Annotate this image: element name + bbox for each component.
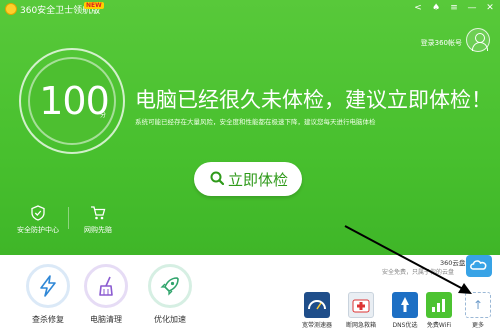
rocket-icon: [160, 277, 179, 296]
virus-scan-label: 查杀修复: [32, 315, 64, 324]
cloud-title: 360云盘: [440, 259, 466, 267]
search-icon: [210, 171, 224, 185]
score-ring: 100: [19, 48, 125, 154]
cleanup-tool[interactable]: 电脑清理: [76, 264, 136, 325]
cloud-drive-button[interactable]: [466, 255, 492, 277]
cloud-icon: [470, 260, 487, 270]
speedup-circle: [148, 264, 192, 308]
speedup-tool[interactable]: 优化加速: [140, 264, 200, 325]
login-link[interactable]: 登录360帐号: [421, 38, 462, 48]
cart-icon: [91, 206, 106, 220]
status-headline: 电脑已经很久未体检，建议立即体检！: [135, 88, 492, 112]
cloud-subtitle: 安全免费，只属于你的云盘: [382, 269, 455, 276]
app-network-first-aid[interactable]: 断网急救箱: [339, 292, 383, 329]
shopping-compensation-label: 网购先赔: [84, 226, 112, 234]
app-broadband-speed[interactable]: 宽带测速器: [295, 292, 339, 329]
firstaid-icon: [348, 292, 374, 318]
minimize-icon[interactable]: —: [466, 2, 478, 14]
security-center-label: 安全防护中心: [17, 226, 59, 234]
menu-icon[interactable]: ≡: [448, 2, 460, 14]
score-circle: 100: [28, 57, 116, 145]
lightning-icon: [40, 275, 56, 297]
app-logo-icon: [5, 3, 17, 15]
dns-icon: [392, 292, 418, 318]
status-detail: 系统可能已经存在大量风险，安全度和性能都在极速下降，建议您每天进行电脑体检: [135, 118, 376, 126]
check-now-label: 立即体检: [228, 171, 289, 189]
more-icon: ↑: [465, 292, 491, 318]
main-panel: 360安全卫士领航版 NEW < ♠ ≡ — ✕ 登录360帐号 100 分 电…: [0, 0, 500, 255]
app-label: 更多: [471, 322, 484, 329]
security-center-link[interactable]: 安全防护中心: [8, 205, 68, 235]
speedometer-icon: [304, 292, 330, 318]
shield-icon: [31, 205, 45, 221]
share-icon[interactable]: <: [412, 2, 424, 14]
app-label: 断网急救箱: [345, 322, 376, 329]
shopping-compensation-link[interactable]: 网购先赔: [68, 205, 128, 235]
virus-scan-tool[interactable]: 查杀修复: [18, 264, 78, 325]
app-label: 免费WiFi: [426, 322, 452, 329]
cleanup-label: 电脑清理: [90, 315, 122, 324]
app-more[interactable]: ↑ 更多: [456, 292, 500, 329]
avatar[interactable]: [466, 28, 490, 52]
new-badge: NEW: [84, 2, 104, 9]
window-controls: < ♠ ≡ — ✕: [412, 2, 496, 14]
check-now-button[interactable]: 立即体检: [194, 162, 302, 196]
app-free-wifi[interactable]: 免费WiFi: [417, 292, 461, 329]
shirt-icon[interactable]: ♠: [430, 2, 442, 14]
app-label: 宽带测速器: [301, 322, 332, 329]
close-icon[interactable]: ✕: [484, 2, 496, 14]
title-bar: 360安全卫士领航版 NEW < ♠ ≡ — ✕: [0, 0, 500, 18]
virus-scan-circle: [26, 264, 70, 308]
cleanup-circle: [84, 264, 128, 308]
wifi-icon: [426, 292, 452, 318]
broom-icon: [99, 276, 113, 296]
score-unit: 分: [100, 112, 107, 119]
speedup-label: 优化加速: [154, 315, 186, 324]
